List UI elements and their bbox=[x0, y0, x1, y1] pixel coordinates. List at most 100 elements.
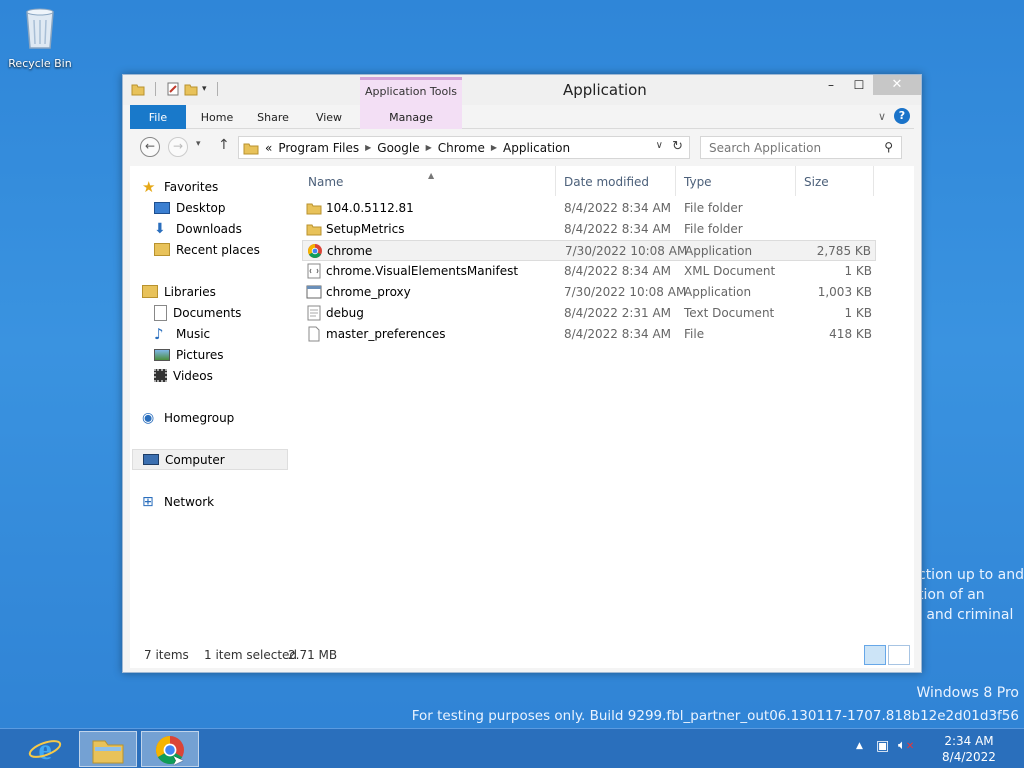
show-hidden-icons-icon[interactable]: ▲ bbox=[856, 741, 863, 751]
up-button[interactable]: ↑ bbox=[218, 137, 230, 153]
nav-item-libraries[interactable]: Libraries bbox=[142, 281, 282, 302]
quick-access-toolbar: ▾ bbox=[131, 82, 224, 96]
file-date: 7/30/2022 10:08 AM bbox=[564, 285, 687, 299]
address-bar[interactable]: « Program Files ▶ Google ▶ Chrome ▶ Appl… bbox=[238, 136, 690, 159]
file-row[interactable]: debug 8/4/2022 2:31 AM Text Document 1 K… bbox=[302, 303, 876, 324]
nav-item-label: Music bbox=[176, 326, 211, 341]
nav-item-documents[interactable]: Documents bbox=[154, 302, 284, 323]
taskbar-internet-explorer[interactable]: e bbox=[16, 731, 74, 767]
nav-item-label: Network bbox=[164, 494, 215, 509]
file-row[interactable]: 104.0.5112.81 8/4/2022 8:34 AM File fold… bbox=[302, 198, 876, 219]
file-row[interactable]: SetupMetrics 8/4/2022 8:34 AM File folde… bbox=[302, 219, 876, 240]
os-edition-label: Windows 8 Pro bbox=[916, 685, 1019, 701]
file-date: 8/4/2022 8:34 AM bbox=[564, 264, 672, 278]
file-name: debug bbox=[326, 306, 364, 320]
nav-item-videos[interactable]: Videos bbox=[154, 365, 284, 386]
file-name: chrome bbox=[327, 244, 373, 258]
customize-qat-icon[interactable]: ▾ bbox=[202, 84, 207, 94]
mouse-cursor-icon: ➤ bbox=[172, 753, 184, 768]
desktop-icon bbox=[154, 201, 170, 214]
nav-item-music[interactable]: ♪ Music bbox=[154, 323, 284, 344]
status-bar: 7 items 1 item selected 2.71 MB bbox=[130, 642, 914, 668]
volume-muted-icon[interactable]: 🔈︎✕ bbox=[898, 738, 914, 753]
properties-icon[interactable] bbox=[166, 82, 180, 96]
file-date: 8/4/2022 2:31 AM bbox=[564, 306, 672, 320]
nav-item-downloads[interactable]: ⬇ Downloads bbox=[154, 218, 284, 239]
details-view-button[interactable] bbox=[864, 645, 886, 665]
navigation-pane: ★ Favorites Desktop ⬇ Downloads Recent p… bbox=[130, 166, 290, 642]
breadcrumb-application[interactable]: Application bbox=[503, 141, 570, 155]
nav-item-network[interactable]: ⊞ Network bbox=[142, 491, 282, 512]
music-icon: ♪ bbox=[154, 324, 164, 343]
nav-item-label: Videos bbox=[173, 368, 213, 383]
back-button[interactable]: ← bbox=[140, 137, 160, 157]
chrome-icon bbox=[308, 244, 322, 258]
recycle-bin-label: Recycle Bin bbox=[8, 57, 72, 70]
column-header-date-modified[interactable]: Date modified bbox=[556, 166, 676, 196]
sort-ascending-icon: ▲ bbox=[428, 171, 435, 180]
tab-file[interactable]: File bbox=[130, 105, 186, 129]
forward-button[interactable]: → bbox=[168, 137, 188, 157]
column-header-size[interactable]: Size bbox=[796, 166, 874, 196]
title-bar[interactable]: ▾ Application Tools Application – ☐ ✕ bbox=[123, 75, 921, 105]
nav-item-favorites[interactable]: ★ Favorites bbox=[142, 176, 282, 197]
folder-icon bbox=[306, 224, 322, 236]
file-row-selected[interactable]: chrome 7/30/2022 10:08 AM Application 2,… bbox=[302, 240, 876, 261]
breadcrumb-program-files[interactable]: Program Files bbox=[278, 141, 359, 155]
breadcrumb-google[interactable]: Google bbox=[377, 141, 419, 155]
taskbar-chrome[interactable] bbox=[141, 731, 199, 767]
search-icon[interactable]: ⚲ bbox=[884, 140, 893, 154]
maximize-button[interactable]: ☐ bbox=[845, 75, 873, 95]
file-row[interactable]: master_preferences 8/4/2022 8:34 AM File… bbox=[302, 324, 876, 345]
nav-item-computer[interactable]: Computer bbox=[132, 449, 288, 470]
folder-icon bbox=[243, 143, 259, 154]
breadcrumb-separator-icon[interactable]: ▶ bbox=[426, 143, 432, 152]
explorer-window: ▾ Application Tools Application – ☐ ✕ Fi… bbox=[122, 74, 922, 673]
selection-count: 1 item selected bbox=[204, 648, 298, 662]
taskbar-file-explorer[interactable] bbox=[79, 731, 137, 767]
clock[interactable]: 2:34 AM 8/4/2022 bbox=[940, 733, 998, 765]
background-text-line: ction up to and bbox=[918, 567, 1024, 583]
recycle-bin-shortcut[interactable]: Recycle Bin bbox=[6, 6, 74, 70]
file-name: 104.0.5112.81 bbox=[326, 201, 414, 215]
new-folder-icon[interactable] bbox=[184, 82, 198, 96]
refresh-icon[interactable]: ↻ bbox=[672, 139, 683, 154]
file-type: Text Document bbox=[684, 306, 775, 320]
file-explorer-icon bbox=[92, 740, 124, 764]
file-row[interactable]: chrome.VisualElementsManifest 8/4/2022 8… bbox=[302, 261, 876, 282]
videos-icon bbox=[154, 369, 167, 382]
column-header-type[interactable]: Type bbox=[676, 166, 796, 196]
application-tools-context-tab: Application Tools bbox=[360, 77, 462, 105]
star-icon: ★ bbox=[142, 177, 156, 196]
folder-icon[interactable] bbox=[131, 82, 145, 96]
address-dropdown-icon[interactable]: ∨ bbox=[656, 140, 663, 151]
nav-item-recent-places[interactable]: Recent places bbox=[154, 239, 284, 260]
file-date: 8/4/2022 8:34 AM bbox=[564, 201, 672, 215]
address-overflow[interactable]: « bbox=[265, 141, 272, 155]
tab-home[interactable]: Home bbox=[192, 105, 242, 129]
network-status-icon[interactable]: ▣ bbox=[876, 738, 889, 754]
tab-share[interactable]: Share bbox=[248, 105, 298, 129]
clock-date: 8/4/2022 bbox=[942, 750, 996, 764]
recent-locations-icon[interactable]: ▾ bbox=[196, 139, 201, 149]
network-icon: ⊞ bbox=[142, 493, 154, 510]
nav-item-pictures[interactable]: Pictures bbox=[154, 344, 284, 365]
expand-ribbon-icon[interactable]: ∨ bbox=[878, 110, 886, 123]
nav-item-desktop[interactable]: Desktop bbox=[154, 197, 284, 218]
toolbar-divider bbox=[155, 82, 156, 96]
column-header-name[interactable]: Name ▲ bbox=[300, 166, 556, 196]
background-text: ction up to and tion of an l and crimina… bbox=[918, 565, 1024, 625]
help-icon[interactable]: ? bbox=[894, 108, 910, 124]
breadcrumb-separator-icon[interactable]: ▶ bbox=[365, 143, 371, 152]
column-header-label: Name bbox=[308, 175, 344, 189]
tab-manage[interactable]: Manage bbox=[360, 105, 462, 129]
minimize-button[interactable]: – bbox=[817, 75, 845, 95]
breadcrumb-chrome[interactable]: Chrome bbox=[438, 141, 485, 155]
large-icons-view-button[interactable] bbox=[888, 645, 910, 665]
close-button[interactable]: ✕ bbox=[873, 75, 921, 95]
breadcrumb-separator-icon[interactable]: ▶ bbox=[491, 143, 497, 152]
file-row[interactable]: chrome_proxy 7/30/2022 10:08 AM Applicat… bbox=[302, 282, 876, 303]
tab-view[interactable]: View bbox=[304, 105, 354, 129]
nav-item-homegroup[interactable]: ◉ Homegroup bbox=[142, 407, 282, 428]
search-input[interactable]: Search Application ⚲ bbox=[700, 136, 902, 159]
